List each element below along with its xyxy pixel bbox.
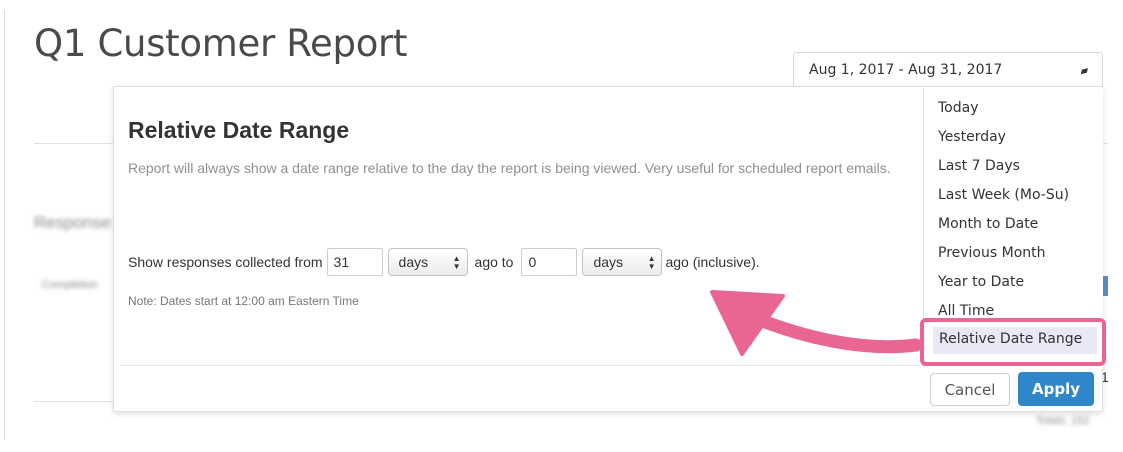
- range-option-last-week[interactable]: Last Week (Mo-Su): [938, 187, 1069, 203]
- select-arrows-icon: ▲ ▼: [647, 254, 656, 271]
- form-middle-text: ago to: [474, 254, 514, 270]
- page-left-border: [4, 10, 5, 440]
- from-unit-value: days: [398, 254, 429, 270]
- background-totals: Totals: 152: [1036, 415, 1090, 427]
- panel-title: Relative Date Range: [128, 117, 350, 143]
- to-unit-value: days: [593, 254, 624, 270]
- form-trail-text: ago (inclusive).: [665, 254, 760, 270]
- panel-footer-divider: [120, 365, 928, 366]
- background-divider-top: [34, 143, 114, 144]
- range-option-yesterday[interactable]: Yesterday: [938, 129, 1006, 145]
- date-range-value: Aug 1, 2017 - Aug 31, 2017: [809, 62, 1003, 78]
- range-option-last-7-days[interactable]: Last 7 Days: [938, 158, 1020, 174]
- form-lead-text: Show responses collected from: [128, 254, 323, 270]
- page-title: Q1 Customer Report: [34, 22, 408, 65]
- range-option-month-to-date[interactable]: Month to Date: [938, 216, 1038, 232]
- background-section-heading: Responses: [34, 213, 112, 232]
- range-option-all-time[interactable]: All Time: [938, 303, 994, 316]
- select-arrows-icon: ▲ ▼: [452, 254, 461, 271]
- from-unit-select[interactable]: days ▲ ▼: [387, 248, 468, 276]
- to-amount-input[interactable]: 0: [521, 248, 578, 276]
- annotation-highlight-box: [920, 318, 1106, 366]
- range-option-year-to-date[interactable]: Year to Date: [938, 274, 1024, 290]
- pencil-caret-icon: ▰: [1078, 64, 1090, 78]
- background-divider-right: [1103, 143, 1108, 144]
- background-bar: [1103, 276, 1108, 296]
- panel-description: Report will always show a date range rel…: [128, 160, 891, 176]
- background-row-label: Completion: [42, 279, 98, 291]
- apply-button[interactable]: Apply: [1018, 372, 1094, 406]
- timezone-note: Note: Dates start at 12:00 am Eastern Ti…: [128, 294, 359, 308]
- range-option-previous-month[interactable]: Previous Month: [938, 245, 1046, 261]
- from-amount-input[interactable]: 31: [326, 248, 383, 276]
- to-unit-select[interactable]: days ▲ ▼: [582, 248, 663, 276]
- relative-range-form: Show responses collected from 31 days ▲ ▼…: [128, 247, 760, 277]
- cancel-button[interactable]: Cancel: [930, 373, 1010, 406]
- background-divider-bottom: [34, 401, 114, 402]
- range-option-today[interactable]: Today: [938, 100, 979, 116]
- date-range-picker[interactable]: Aug 1, 2017 - Aug 31, 2017 ▰: [793, 52, 1103, 88]
